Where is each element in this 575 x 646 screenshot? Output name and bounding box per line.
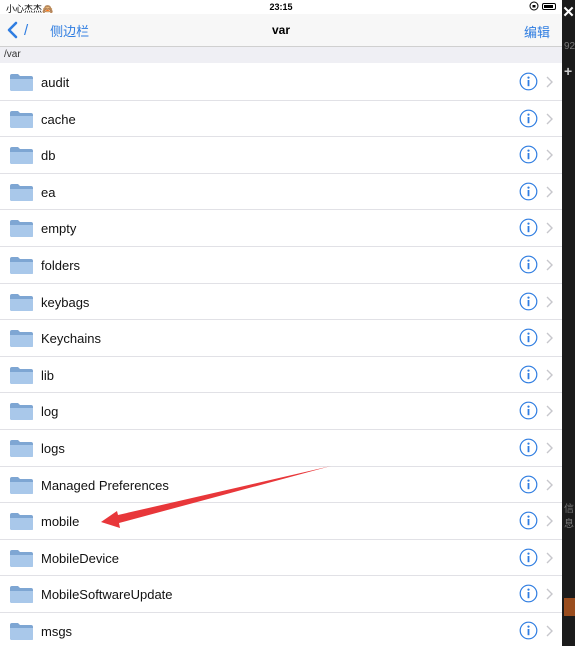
folder-icon: [10, 74, 33, 91]
file-name: log: [41, 404, 59, 420]
folder-icon: [10, 549, 33, 567]
chevron-right-icon: [546, 259, 553, 271]
info-circle-icon[interactable]: [519, 511, 538, 530]
status-bar: 小心杰杰🙈 23:15: [0, 0, 562, 14]
chevron-right-icon: [546, 515, 553, 527]
folder-icon: [10, 513, 33, 531]
info-circle-icon[interactable]: [519, 328, 538, 347]
file-name: Keychains: [41, 331, 101, 347]
info-circle-icon[interactable]: [519, 621, 538, 640]
file-row[interactable]: ea: [0, 174, 562, 211]
file-row[interactable]: empty: [0, 210, 562, 247]
chevron-right-icon: [546, 625, 553, 637]
file-name: MobileSoftwareUpdate: [41, 587, 173, 603]
folder-icon: [10, 183, 33, 201]
file-row[interactable]: log: [0, 393, 562, 430]
folder-icon: [10, 293, 33, 311]
chevron-right-icon: [546, 296, 553, 308]
folder-icon: [10, 147, 33, 165]
file-name: mobile: [41, 514, 80, 530]
chevron-right-icon: [546, 222, 553, 234]
status-time: 23:15: [269, 2, 293, 12]
info-circle-icon[interactable]: [519, 182, 538, 201]
folder-icon: [10, 220, 33, 238]
plus-icon: +: [564, 63, 573, 79]
file-name: Managed Preferences: [41, 477, 169, 493]
file-name: lib: [41, 367, 55, 383]
file-list: audit cache db ea empty folders keybags Keychai…: [0, 64, 562, 646]
folder-icon: [10, 366, 33, 384]
folder-icon: [10, 403, 33, 421]
file-browser-screen: 小心杰杰🙈 23:15 / 侧边栏 var 编辑 /var audit cache…: [0, 0, 562, 646]
chevron-right-icon: [546, 442, 553, 454]
background-text-fragment-2: 信息: [564, 504, 574, 530]
file-row[interactable]: db: [0, 137, 562, 174]
info-circle-icon[interactable]: [519, 109, 538, 128]
info-circle-icon[interactable]: [519, 548, 538, 567]
chevron-right-icon: [546, 186, 553, 198]
info-circle-icon[interactable]: [519, 438, 538, 457]
file-row[interactable]: mobile: [0, 503, 562, 540]
file-row[interactable]: Keychains: [0, 320, 562, 357]
folder-icon: [10, 476, 33, 494]
file-name: logs: [41, 440, 65, 456]
info-circle-icon[interactable]: [519, 218, 538, 237]
file-row[interactable]: MobileDevice: [0, 540, 562, 577]
file-name: msgs: [41, 623, 73, 639]
file-name: ea: [41, 184, 56, 200]
file-name: MobileDevice: [41, 550, 120, 566]
chevron-right-icon: [546, 149, 553, 161]
chevron-right-icon: [546, 479, 553, 491]
file-row[interactable]: keybags: [0, 284, 562, 321]
folder-icon: [10, 330, 33, 348]
file-row[interactable]: lib: [0, 357, 562, 394]
file-name: keybags: [41, 294, 90, 310]
background-text-fragment: 92: [564, 41, 575, 52]
file-name: audit: [41, 75, 70, 90]
chevron-right-icon: [546, 552, 553, 564]
file-row[interactable]: logs: [0, 430, 562, 467]
file-row[interactable]: msgs: [0, 613, 562, 646]
file-row[interactable]: Managed Preferences: [0, 467, 562, 504]
background-color-block: [564, 598, 575, 616]
info-circle-icon[interactable]: [519, 584, 538, 603]
folder-icon: [10, 110, 33, 128]
path-header: /var: [0, 47, 562, 63]
file-name: db: [41, 148, 56, 164]
file-name: folders: [41, 257, 81, 273]
chevron-right-icon: [546, 113, 553, 125]
info-circle-icon[interactable]: [519, 365, 538, 384]
file-row[interactable]: audit: [0, 64, 562, 101]
info-circle-icon[interactable]: [519, 292, 538, 311]
info-circle-icon[interactable]: [519, 475, 538, 494]
folder-icon: [10, 622, 33, 640]
info-circle-icon[interactable]: [519, 401, 538, 420]
chevron-right-icon: [546, 588, 553, 600]
edit-button[interactable]: 编辑: [524, 22, 550, 41]
folder-icon: [10, 586, 33, 604]
battery-icon: [542, 3, 556, 10]
info-circle-icon[interactable]: [519, 255, 538, 274]
folder-icon: [10, 439, 33, 457]
file-row[interactable]: cache: [0, 101, 562, 138]
rotation-lock-icon: [529, 1, 539, 11]
file-row[interactable]: folders: [0, 247, 562, 284]
info-circle-icon[interactable]: [519, 72, 538, 91]
chevron-right-icon: [546, 369, 553, 381]
close-icon[interactable]: ✕: [562, 5, 575, 20]
chevron-right-icon: [546, 332, 553, 344]
page-title: var: [271, 23, 291, 37]
file-name: empty: [41, 221, 77, 237]
file-name: cache: [41, 111, 76, 127]
chevron-right-icon: [546, 405, 553, 417]
info-circle-icon[interactable]: [519, 145, 538, 164]
folder-icon: [10, 256, 33, 274]
navigation-bar: / 侧边栏 var 编辑: [0, 14, 562, 47]
chevron-right-icon: [546, 76, 553, 88]
file-row[interactable]: MobileSoftwareUpdate: [0, 576, 562, 613]
